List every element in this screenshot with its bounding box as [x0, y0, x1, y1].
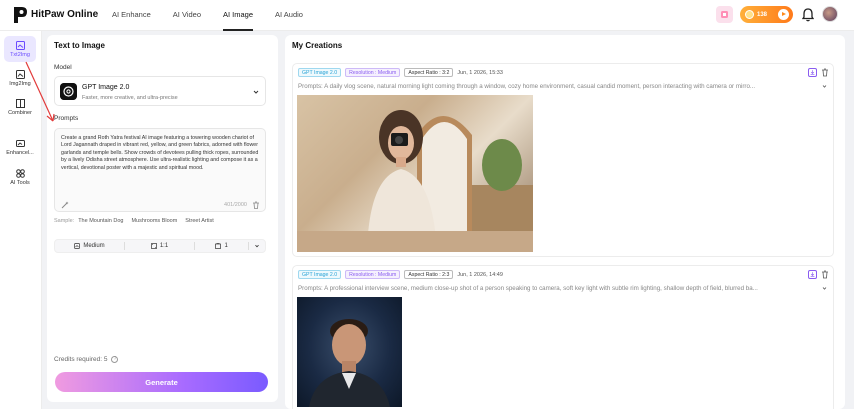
chevron-down-icon — [253, 90, 259, 94]
nav-ai-video[interactable]: AI Video — [173, 0, 201, 31]
credits-value: 138 — [757, 11, 768, 18]
nav-ai-enhance[interactable]: AI Enhance — [112, 0, 151, 31]
rail-item-txt2img[interactable]: Txt2Img — [4, 36, 36, 62]
main-nav: AI Enhance AI Video AI Image AI Audio — [112, 0, 325, 31]
card-date: Jun, 1 2026, 14:49 — [457, 271, 503, 278]
left-rail: Txt2Img Img2Img Combiner Enhancel... AI … — [0, 31, 42, 409]
quality-value: Medium — [83, 243, 105, 249]
options-row: Medium 1:1 1 — [54, 239, 266, 253]
quality-icon — [74, 243, 81, 249]
card-tags: GPT Image 2.0 Resolution : Medium Aspect… — [298, 68, 503, 77]
vip-icon — [721, 11, 728, 18]
rail-item-img2img[interactable]: Img2Img — [4, 65, 36, 91]
vip-button[interactable] — [716, 6, 733, 23]
sample-prompts: Sample: The Mountain Dog Mushrooms Bloom… — [54, 218, 222, 224]
ratio-option[interactable]: 1:1 — [125, 240, 194, 252]
openai-icon — [60, 83, 77, 100]
hitpaw-logo-icon[interactable] — [12, 6, 28, 24]
panel-title: Text to Image — [54, 41, 105, 50]
play-icon — [778, 9, 789, 20]
delete-icon[interactable] — [821, 68, 829, 77]
text-image-icon — [15, 40, 25, 50]
credits-required: Credits required: 5 ? — [54, 356, 119, 363]
user-avatar[interactable] — [822, 6, 838, 22]
image-count-icon — [215, 243, 222, 249]
count-option[interactable]: 1 — [195, 240, 248, 252]
trash-icon[interactable] — [252, 201, 260, 209]
resolution-tag: Resolution : Medium — [345, 270, 401, 279]
download-icon[interactable] — [808, 270, 817, 279]
card-prompt: Prompts: A professional interview scene,… — [298, 285, 758, 292]
rail-label: Txt2Img — [10, 51, 30, 58]
chevron-down-icon — [255, 244, 259, 248]
generate-button[interactable]: Generate — [55, 372, 268, 392]
model-tag: GPT Image 2.0 — [298, 270, 342, 279]
rail-label: Combiner — [8, 109, 32, 116]
prompts-label: Prompts — [54, 115, 79, 122]
chevron-down-icon[interactable] — [822, 84, 827, 89]
delete-icon[interactable] — [821, 270, 829, 279]
generated-image[interactable] — [297, 95, 533, 252]
sample-label: Sample: — [54, 218, 75, 224]
prompt-textarea[interactable]: Create a grand Roth Yatra festival AI im… — [54, 128, 266, 212]
sample-mountain-dog[interactable]: The Mountain Dog — [78, 218, 123, 224]
count-value: 1 — [224, 243, 228, 249]
rail-item-enhance[interactable]: Enhancel... — [4, 134, 36, 160]
prompt-text: Create a grand Roth Yatra festival AI im… — [61, 135, 259, 171]
model-select[interactable]: GPT Image 2.0 Faster, more creative, and… — [54, 76, 266, 106]
generated-image[interactable] — [297, 297, 402, 407]
creation-card: GPT Image 2.0 Resolution : Medium Aspect… — [292, 265, 834, 409]
resolution-tag: Resolution : Medium — [345, 68, 401, 77]
card-date: Jun, 1 2026, 15:33 — [457, 69, 503, 76]
creation-card: GPT Image 2.0 Resolution : Medium Aspect… — [292, 63, 834, 257]
image-image-icon — [15, 69, 25, 79]
download-icon[interactable] — [808, 68, 817, 77]
enhance-icon — [15, 139, 25, 147]
aspect-ratio-icon — [150, 243, 157, 249]
interview-photo — [309, 319, 390, 407]
card-prompt: Prompts: A daily vlog scene, natural mor… — [298, 83, 756, 90]
combiner-icon — [15, 98, 25, 108]
brand-name: HitPaw Online — [31, 9, 99, 20]
nav-ai-audio[interactable]: AI Audio — [275, 0, 303, 31]
quality-option[interactable]: Medium — [55, 240, 124, 252]
card-tags: GPT Image 2.0 Resolution : Medium Aspect… — [298, 270, 503, 279]
model-tag: GPT Image 2.0 — [298, 68, 342, 77]
tools-icon — [15, 168, 25, 178]
options-expand[interactable] — [249, 240, 265, 252]
sample-street-artist[interactable]: Street Artist — [185, 218, 213, 224]
model-description: Faster, more creative, and ultra-precise — [82, 95, 178, 101]
credits-pill[interactable]: 138 — [740, 6, 793, 23]
rail-label: AI Tools — [10, 179, 30, 186]
vlog-photo — [297, 110, 533, 252]
nav-ai-image[interactable]: AI Image — [223, 0, 254, 31]
sample-mushrooms-bloom[interactable]: Mushrooms Bloom — [131, 218, 177, 224]
rail-label: Enhancel... — [6, 149, 34, 156]
chevron-down-icon[interactable] — [822, 286, 827, 291]
aspect-tag: Aspect Ratio : 2:3 — [404, 270, 454, 279]
ratio-value: 1:1 — [159, 243, 169, 249]
coin-icon — [745, 10, 754, 19]
rail-item-combiner[interactable]: Combiner — [4, 94, 36, 120]
bell-icon[interactable] — [802, 8, 814, 22]
char-count: 401/2000 — [224, 202, 247, 208]
top-bar: HitPaw Online AI Enhance AI Video AI Ima… — [0, 0, 854, 31]
model-label: Model — [54, 64, 72, 71]
rail-label: Img2Img — [9, 80, 31, 87]
creations-title: My Creations — [292, 41, 343, 50]
model-name: GPT Image 2.0 — [82, 84, 130, 91]
magic-wand-icon[interactable] — [61, 201, 69, 209]
aspect-tag: Aspect Ratio : 3:2 — [404, 68, 454, 77]
help-icon[interactable]: ? — [111, 356, 119, 363]
credits-required-text: Credits required: 5 — [54, 356, 108, 363]
rail-item-ai-tools[interactable]: AI Tools — [4, 164, 36, 190]
